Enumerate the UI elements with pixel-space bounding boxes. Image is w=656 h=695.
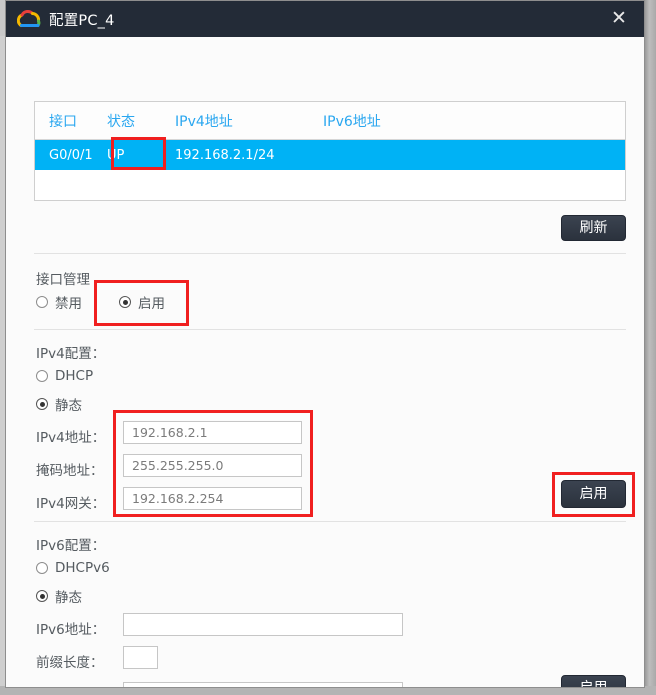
divider-above-ipv6 <box>34 521 626 522</box>
radio-ipv6-dhcpv6[interactable]: DHCPv6 <box>36 560 110 576</box>
radio-circle-ipv6-dhcpv6 <box>36 562 48 574</box>
ipv6-section-label: IPv6配置： <box>36 538 106 554</box>
ipv6-prefix-length-input[interactable] <box>123 646 158 669</box>
ipv6-address-label: IPv6地址： <box>36 622 106 638</box>
ipv6-address-input[interactable] <box>123 613 403 636</box>
cell-interface: G0/0/1 <box>49 147 93 163</box>
dialog-titlebar: 配置PC_4 ✕ <box>6 1 644 37</box>
radio-circle-ipv4-dhcp <box>36 370 48 382</box>
ipv4-netmask-input[interactable] <box>123 454 302 477</box>
desktop-background-right <box>645 0 656 695</box>
table-row-empty <box>35 170 625 200</box>
radio-ipv4-static[interactable]: 静态 <box>36 394 82 414</box>
cell-ipv4: 192.168.2.1/24 <box>175 147 275 163</box>
interface-mgmt-label: 接口管理 <box>36 272 90 288</box>
ipv4-apply-button[interactable]: 启用 <box>561 480 626 508</box>
cloud-icon <box>17 10 41 27</box>
radio-circle-disable <box>36 296 48 308</box>
ipv4-netmask-label: 掩码地址： <box>36 463 104 479</box>
ipv6-apply-button[interactable]: 启用 <box>561 675 626 687</box>
cell-status: UP <box>107 147 125 163</box>
radio-ipv4-dhcp[interactable]: DHCP <box>36 368 93 384</box>
ipv4-section-label: IPv4配置： <box>36 346 106 362</box>
table-row[interactable]: G0/0/1 UP 192.168.2.1/24 <box>35 140 625 170</box>
refresh-button[interactable]: 刷新 <box>561 215 626 241</box>
column-header-status: 状态 <box>107 113 135 130</box>
radio-label-disable: 禁用 <box>55 296 82 312</box>
radio-circle-ipv4-static <box>36 398 48 410</box>
dialog-body: 接口 状态 IPv4地址 IPv6地址 G0/0/1 UP 192.168.2.… <box>6 37 644 687</box>
column-header-ipv6: IPv6地址 <box>323 113 381 130</box>
configure-pc-dialog: 配置PC_4 ✕ 接口 状态 IPv4地址 IPv6地址 G0/0/1 UP 1… <box>5 0 645 688</box>
radio-label-ipv4-dhcp: DHCP <box>55 368 94 384</box>
radio-label-ipv6-dhcpv6: DHCPv6 <box>55 560 110 576</box>
ipv6-gateway-input[interactable] <box>123 682 403 687</box>
ipv4-address-input[interactable] <box>123 421 302 444</box>
divider-above-interface-mgmt <box>34 253 626 254</box>
ipv4-gateway-label: IPv4网关： <box>36 496 106 512</box>
divider-above-ipv4 <box>34 329 626 330</box>
table-header-row: 接口 状态 IPv4地址 IPv6地址 <box>35 102 625 140</box>
radio-label-ipv4-static: 静态 <box>55 398 82 414</box>
close-icon[interactable]: ✕ <box>608 9 630 31</box>
radio-label-enable: 启用 <box>138 296 165 312</box>
dialog-title: 配置PC_4 <box>49 12 115 29</box>
radio-circle-ipv6-static <box>36 590 48 602</box>
radio-ipv6-static[interactable]: 静态 <box>36 586 82 606</box>
radio-interface-disable[interactable]: 禁用 <box>36 292 82 312</box>
ipv4-address-label: IPv4地址： <box>36 430 106 446</box>
screen: 配置PC_4 ✕ 接口 状态 IPv4地址 IPv6地址 G0/0/1 UP 1… <box>0 0 656 695</box>
radio-circle-enable <box>119 296 131 308</box>
interface-table: 接口 状态 IPv4地址 IPv6地址 G0/0/1 UP 192.168.2.… <box>34 101 626 201</box>
ipv6-prefix-length-label: 前缀长度： <box>36 655 104 671</box>
radio-interface-enable[interactable]: 启用 <box>119 292 165 312</box>
column-header-ipv4: IPv4地址 <box>175 113 233 130</box>
column-header-interface: 接口 <box>49 113 77 130</box>
radio-label-ipv6-static: 静态 <box>55 590 82 606</box>
ipv4-gateway-input[interactable] <box>123 487 302 510</box>
